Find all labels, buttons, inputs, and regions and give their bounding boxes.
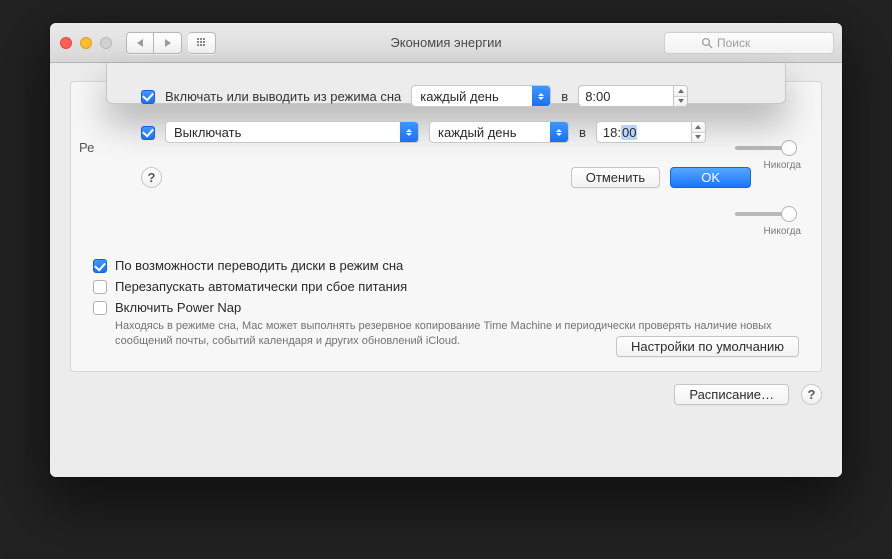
shutdown-time-field: 18:00 (596, 121, 706, 143)
restart-on-fail-label: Перезапускать автоматически при сбое пит… (115, 279, 407, 294)
disk-sleep-checkbox[interactable] (93, 259, 107, 273)
schedule-sheet: Включать или выводить из режима сна кажд… (106, 63, 786, 104)
shutdown-time-input[interactable]: 18:00 (596, 121, 691, 143)
wake-label: Включать или выводить из режима сна (165, 89, 401, 104)
traffic-lights (60, 37, 112, 49)
shutdown-row: Выключать каждый день в 18:00 (141, 121, 751, 143)
wake-frequency-value: каждый день (420, 89, 498, 104)
bottom-row: Расписание… ? (70, 384, 822, 405)
wake-time-value: 8:00 (585, 89, 610, 104)
slider-never-label: Никогда (764, 226, 801, 237)
search-placeholder: Поиск (717, 36, 750, 50)
power-nap-label: Включить Power Nap (115, 300, 241, 315)
shutdown-frequency-value: каждый день (438, 125, 516, 140)
preferences-window: Экономия энергии Поиск Ре Никогда Никогд… (50, 23, 842, 477)
restart-on-fail-row: Перезапускать автоматически при сбое пит… (93, 279, 799, 294)
updown-icon (400, 122, 418, 142)
schedule-button[interactable]: Расписание… (674, 384, 789, 405)
stepper-down-icon (674, 97, 687, 107)
truncated-label: Ре (79, 140, 94, 155)
close-icon[interactable] (60, 37, 72, 49)
wake-at-label: в (561, 89, 568, 104)
shutdown-action-select[interactable]: Выключать (165, 121, 419, 143)
slider-knob[interactable] (781, 206, 797, 222)
wake-row: Включать или выводить из режима сна кажд… (141, 85, 751, 107)
search-field[interactable]: Поиск (664, 32, 834, 54)
wake-frequency-select[interactable]: каждый день (411, 85, 551, 107)
shutdown-at-label: в (579, 125, 586, 140)
wake-time-input[interactable]: 8:00 (578, 85, 673, 107)
sheet-footer: ? Отменить OK (141, 167, 751, 188)
cancel-button[interactable]: Отменить (571, 167, 660, 188)
restore-defaults-button[interactable]: Настройки по умолчанию (616, 336, 799, 357)
grid-icon (197, 38, 207, 48)
show-all-button[interactable] (188, 32, 216, 54)
slider-knob[interactable] (781, 140, 797, 156)
restart-on-fail-checkbox[interactable] (93, 280, 107, 294)
shutdown-action-value: Выключать (174, 125, 241, 140)
slider-never-label: Никогда (764, 160, 801, 171)
question-icon: ? (808, 387, 816, 402)
search-icon (701, 37, 713, 49)
disk-sleep-row: По возможности переводить диски в режим … (93, 258, 799, 273)
forward-button[interactable] (154, 32, 182, 54)
stepper-up-icon (692, 122, 705, 133)
wake-time-field: 8:00 (578, 85, 688, 107)
computer-sleep-slider-fragment: Никогда (735, 198, 797, 238)
disk-sleep-label: По возможности переводить диски в режим … (115, 258, 403, 273)
stepper-down-icon (692, 133, 705, 143)
updown-icon (550, 122, 568, 142)
back-button[interactable] (126, 32, 154, 54)
nav-segment (126, 32, 182, 54)
help-button[interactable]: ? (801, 384, 822, 405)
shutdown-time-hours: 18: (603, 125, 621, 140)
chevron-right-icon (165, 39, 171, 47)
shutdown-time-stepper[interactable] (691, 121, 706, 143)
zoom-icon (100, 37, 112, 49)
window-toolbar: Экономия энергии Поиск (50, 23, 842, 63)
shutdown-frequency-select[interactable]: каждый день (429, 121, 569, 143)
question-icon: ? (148, 170, 156, 185)
wake-time-stepper[interactable] (673, 85, 688, 107)
shutdown-checkbox[interactable] (141, 126, 155, 140)
show-all-segment (188, 32, 216, 54)
chevron-left-icon (137, 39, 143, 47)
power-nap-row: Включить Power Nap (93, 300, 799, 315)
updown-icon (532, 86, 550, 106)
stepper-up-icon (674, 86, 687, 97)
minimize-icon[interactable] (80, 37, 92, 49)
shutdown-time-minutes-selected: 00 (621, 125, 637, 140)
sheet-help-button[interactable]: ? (141, 167, 162, 188)
wake-checkbox[interactable] (141, 90, 155, 104)
ok-button[interactable]: OK (670, 167, 751, 188)
power-nap-checkbox[interactable] (93, 301, 107, 315)
